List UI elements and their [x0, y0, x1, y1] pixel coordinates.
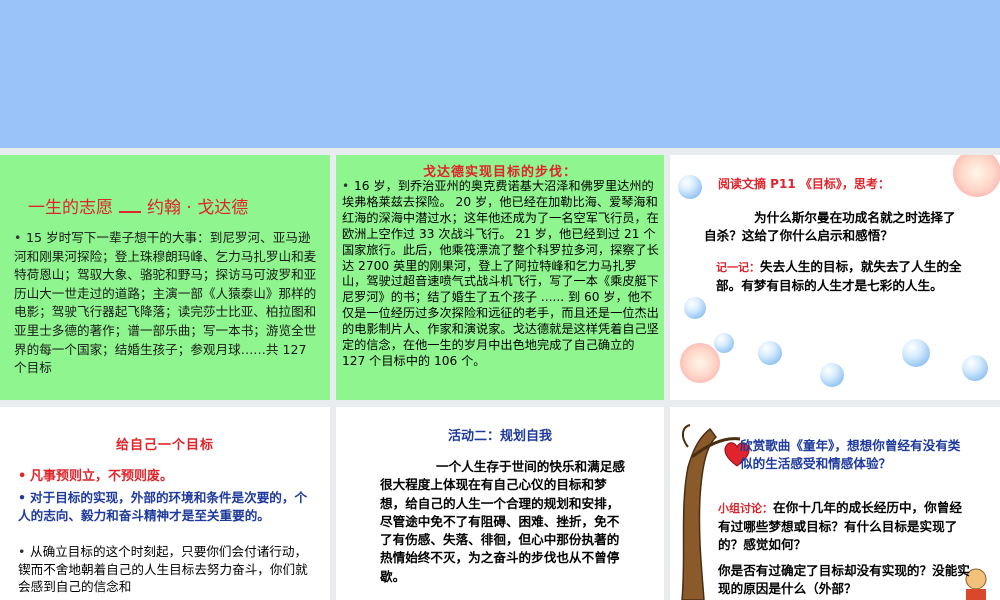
bubble-decoration	[758, 341, 782, 365]
line-text: 从确立目标的这个时刻起，只要你们会付诸行动，锲而不舍地朝着自己的人生目标去努力奋…	[18, 544, 308, 594]
panel-give-goal: 给自己一个目标 • 凡事预则立，不预则废。 • 对于目标的实现，外部的环境和条件是次…	[0, 407, 330, 600]
extra-question: 你是否有过确定了目标却没有实现的？没能实现的原因是什么（外部？	[718, 563, 970, 596]
panel-title: 一生的志愿 约翰 · 戈达德	[28, 193, 248, 218]
panel-body: • 15 岁时写下一辈子想干的大事：到尼罗河、亚马逊河和刚果河探险；登上珠穆朗玛峰…	[14, 229, 320, 378]
bullet-icon: •	[18, 469, 27, 484]
group-discussion: 小组讨论：在你十几年的成长经历中，你曾经有过哪些梦想或目标？有什么目标是实现了的…	[718, 499, 970, 554]
panel-title: 戈达德实现目标的步伐：	[422, 165, 577, 180]
body-text: 16 岁，到乔治亚州的奥克费诺基大沼泽和佛罗里达州的埃弗格莱兹去探险。 20 岁…	[342, 179, 659, 368]
panel-title: 给自己一个目标	[115, 438, 214, 453]
body-text: 15 岁时写下一辈子想干的大事：到尼罗河、亚马逊河和刚果河探险；登上珠穆朗玛峰、…	[14, 230, 317, 376]
song-prompt: 欣赏歌曲《童年》，想想你曾经有没有类似的生活感受和情感体验？	[740, 438, 961, 471]
panel-title: 活动二：规划自我	[447, 429, 552, 444]
panel-reading: 阅读文摘 P11 《目标》，思考： 为什么斯尔曼在功成名就之时选择了自杀？这给了…	[670, 155, 1000, 400]
title-right: 约翰 · 戈达德	[147, 198, 249, 218]
line-text: 凡事预则立，不预则废。	[30, 469, 174, 484]
panel-childhood-song: 欣赏歌曲《童年》，想想你曾经有没有类似的生活感受和情感体验？ 小组讨论：在你十几…	[670, 407, 1000, 600]
panel-body: • 16 岁，到乔治亚州的奥克费诺基大沼泽和佛罗里达州的埃弗格莱兹去探险。 20 …	[342, 179, 660, 370]
reading-question: 为什么斯尔曼在功成名就之时选择了自杀？这给了你什么启示和感悟？	[704, 210, 956, 243]
panel-body: 一个人生存于世间的快乐和满足感很大程度上体现在有自己心仪的目标和梦想，给自己的人…	[380, 459, 625, 584]
bullet-icon: •	[18, 544, 26, 559]
panel-life-wishes: 一生的志愿 约翰 · 戈达德 • 15 岁时写下一辈子想干的大事：到尼罗河、亚马逊河…	[0, 155, 330, 400]
bullet-line: • 对于目标的实现，外部的环境和条件是次要的，个人的志向、毅力和奋斗精神才是至关重…	[18, 489, 308, 524]
bullet-icon: •	[18, 490, 27, 505]
title-left: 一生的志愿	[28, 198, 113, 218]
title-separator	[119, 199, 141, 213]
discussion-label: 小组讨论：	[718, 502, 773, 515]
bullet-line: • 凡事预则立，不预则废。	[18, 465, 173, 484]
bubble-decoration	[962, 355, 988, 381]
panel-goal-steps: 戈达德实现目标的步伐： • 16 岁，到乔治亚州的奥克费诺基大沼泽和佛罗里达州的埃…	[336, 155, 664, 400]
bubble-decoration	[902, 339, 930, 367]
note-label: 记一记：	[716, 261, 760, 274]
bubble-decoration	[714, 333, 734, 353]
flower-decoration	[680, 343, 720, 383]
bubble-decoration	[684, 297, 706, 319]
note: 记一记：失去人生的目标，就失去了人生的全部。有梦有目标的人生才是七彩的人生。	[716, 258, 966, 295]
bullet-icon: •	[14, 230, 22, 245]
panel-activity: 活动二：规划自我 一个人生存于世间的快乐和满足感很大程度上体现在有自己心仪的目标…	[336, 407, 664, 600]
bullet-line: • 从确立目标的这个时刻起，只要你们会付诸行动，锲而不舍地朝着自己的人生目标去努力…	[18, 543, 318, 596]
bullet-icon: •	[342, 179, 350, 193]
flower-decoration	[953, 155, 1000, 197]
reading-heading: 阅读文摘 P11 《目标》，思考：	[718, 177, 890, 191]
line-text: 对于目标的实现，外部的环境和条件是次要的，个人的志向、毅力和奋斗精神才是至关重要…	[18, 490, 308, 523]
bubble-decoration	[678, 175, 702, 199]
top-banner	[0, 0, 1000, 148]
bubble-decoration	[820, 363, 844, 387]
